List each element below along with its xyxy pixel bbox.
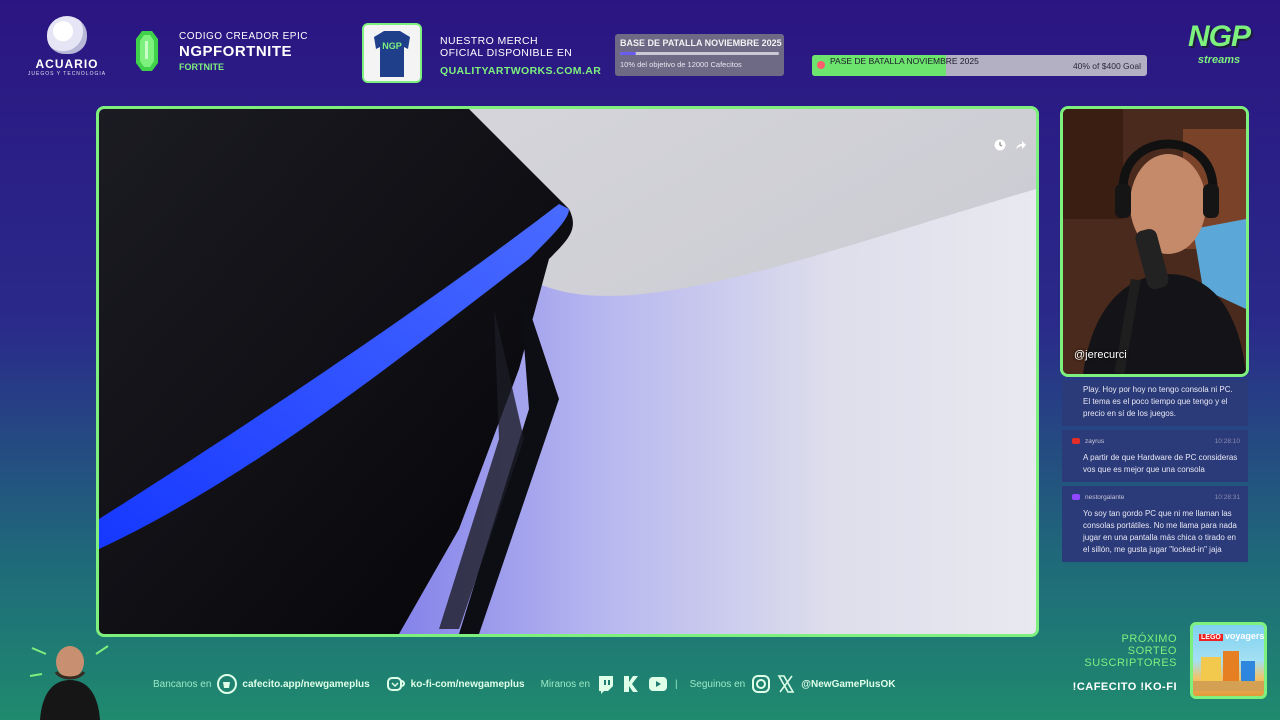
merch-url: QUALITYARTWORKS.COM.AR — [440, 65, 602, 77]
sorteo-panel: PRÓXIMO SORTEO SUSCRIPTORES !CAFECITO !K… — [1073, 633, 1177, 693]
chat-message: Play. Hoy por hoy no tengo consola ni PC… — [1062, 380, 1248, 426]
main-video[interactable] — [96, 106, 1039, 637]
acuario-name: ACUARIO — [35, 57, 99, 71]
merch-line1: NUESTRO MERCH — [440, 35, 538, 47]
kofi-link[interactable]: ko-fi-com/newgameplus — [411, 679, 525, 690]
creator-code-label: CODIGO CREADOR EPIC — [179, 31, 308, 42]
lego-set-image — [1193, 651, 1264, 691]
battle-pass-goal-bar: PASE DE BATALLA NOVIEMBRE 2025 40% of $4… — [812, 55, 1147, 76]
social-handle[interactable]: @NewGamePlusOK — [801, 679, 895, 690]
sorteo-commands: !CAFECITO !KO-FI — [1072, 681, 1177, 693]
merch-text: NUESTRO MERCH OFICIAL DISPONIBLE EN QUAL… — [440, 35, 601, 77]
goal-box-subtitle: 10% del objetivo de 12000 Cafecitos — [620, 60, 742, 69]
prize-title-text: voyagers — [1224, 631, 1265, 641]
acuario-tagline: JUEGOS Y TECNOLOGIA — [27, 71, 107, 77]
sorteo-line1: PRÓXIMO — [1121, 633, 1177, 645]
merch-shirt-image: NGP — [362, 23, 422, 83]
streamer-handle: @jerecurci — [1074, 349, 1127, 361]
ngp-logo-small: streams — [1197, 54, 1241, 66]
separator: | — [675, 678, 678, 690]
ngp-logo-big: NGP — [1187, 20, 1251, 53]
goal-box-bar-fill — [620, 52, 636, 55]
sorteo-line3: SUSCRIPTORES — [1084, 657, 1177, 669]
instagram-icon[interactable] — [751, 674, 771, 694]
footer-links: Bancanos en cafecito.app/newgameplus ko-… — [153, 674, 911, 694]
seguinos-label: Seguinos en — [689, 678, 746, 690]
battle-pass-goal-box: BASE DE PATALLA NOVIEMBRE 2025 10% del o… — [615, 34, 784, 76]
tshirt-icon: NGP — [364, 25, 420, 81]
cafecito-icon — [217, 674, 238, 694]
youtube-icon[interactable] — [646, 674, 670, 694]
prize-image: LEGO voyagers — [1190, 622, 1267, 699]
kofi-icon — [386, 677, 405, 691]
goal-box-bar — [620, 52, 779, 55]
chat-time: 10:28:31 — [1214, 494, 1240, 501]
ngp-streams-logo: NGP streams — [1183, 22, 1255, 76]
chat-message-text: Yo soy tan gordo PC que ni me llaman las… — [1083, 509, 1237, 554]
miranos-label: Miranos en — [540, 678, 591, 690]
acuario-logo: ACUARIO JUEGOS Y TECNOLOGIA — [26, 16, 108, 78]
chat-panel: Play. Hoy por hoy no tengo consola ni PC… — [1062, 380, 1248, 566]
heart-icon — [817, 61, 825, 69]
creator-code-game: FORTNITE — [179, 62, 224, 72]
chat-message-text: Play. Hoy por hoy no tengo consola ni PC… — [1083, 385, 1233, 418]
green-gem-icon — [136, 31, 158, 71]
twitch-icon — [1072, 494, 1080, 501]
bancanos-label: Bancanos en — [153, 678, 212, 690]
console-render-image — [99, 109, 1036, 634]
chat-time: 10:28:10 — [1214, 438, 1240, 445]
streamer-avatar — [29, 645, 109, 720]
chat-message-header: zayrus 10:28:10 — [1072, 436, 1240, 448]
prize-title: LEGO voyagers — [1193, 625, 1264, 641]
streamer-image — [1063, 109, 1246, 374]
goal-bar-label: 40% of $400 Goal — [1072, 61, 1141, 71]
chat-message-text: A partir de que Hardware de PC considera… — [1083, 453, 1238, 474]
lego-logo: LEGO — [1199, 634, 1223, 641]
cafecito-link[interactable]: cafecito.app/newgameplus — [242, 679, 369, 690]
youtube-icon — [1072, 438, 1080, 445]
creator-code: CODIGO CREADOR EPIC NGPFORTNITE FORTNITE — [179, 31, 308, 72]
chat-user: nestorgalante — [1085, 494, 1125, 501]
kick-icon[interactable] — [621, 674, 641, 694]
chat-user: zayrus — [1085, 438, 1105, 445]
goal-bar-title: PASE DE BATALLA NOVIEMBRE 2025 — [830, 56, 979, 66]
chat-message: zayrus 10:28:10 A partir de que Hardware… — [1062, 430, 1248, 482]
acuario-mark-icon — [47, 16, 87, 54]
share-icon[interactable] — [1014, 139, 1026, 151]
webcam-feed: @jerecurci — [1060, 106, 1249, 377]
creator-code-value: NGPFORTNITE — [179, 43, 292, 60]
twitch-icon[interactable] — [596, 674, 616, 694]
goal-box-title: BASE DE PATALLA NOVIEMBRE 2025 — [620, 38, 782, 48]
merch-line2: OFICIAL DISPONIBLE EN — [440, 47, 573, 59]
x-icon[interactable] — [776, 674, 796, 694]
chat-message-header: nestorgalante 10:28:31 — [1072, 492, 1240, 504]
svg-text:NGP: NGP — [382, 41, 402, 51]
clock-icon[interactable] — [994, 139, 1006, 151]
chat-message: nestorgalante 10:28:31 Yo soy tan gordo … — [1062, 486, 1248, 562]
video-tools — [994, 139, 1026, 151]
sorteo-line2: SORTEO — [1127, 645, 1177, 657]
